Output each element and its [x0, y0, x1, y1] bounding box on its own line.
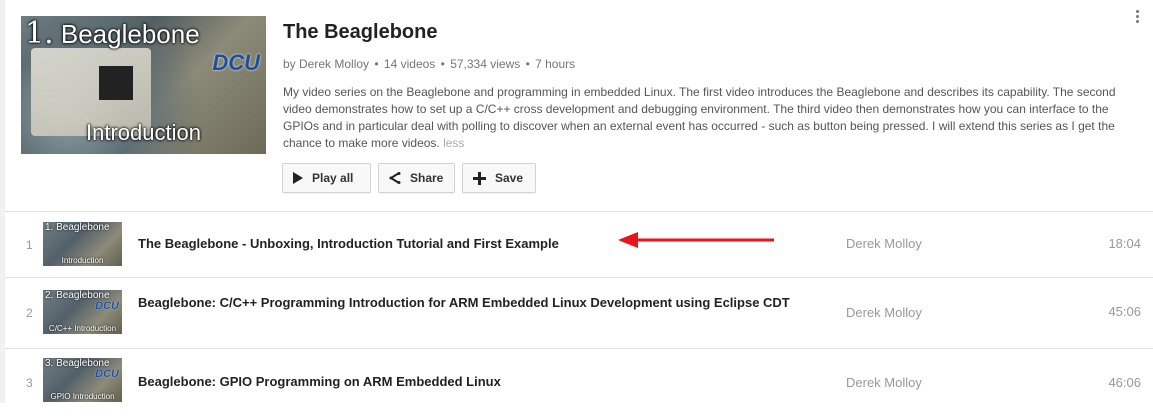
save-label: Save [495, 171, 524, 185]
updated-time: 7 hours [535, 57, 576, 71]
playlist-meta: by Derek Molloy • 14 videos • 57,334 vie… [283, 57, 575, 71]
thumbnail-bottom-text: C/C++ Introduction [48, 324, 117, 333]
video-title[interactable]: Beaglebone: GPIO Programming on ARM Embe… [138, 373, 808, 391]
less-link[interactable]: less [443, 136, 464, 150]
thumbnail-bottom-text: GPIO Introduction [50, 392, 115, 401]
video-owner[interactable]: Derek Molloy [846, 236, 922, 251]
annotation-arrow [618, 232, 774, 248]
thumbnail-logo: DCU [95, 300, 119, 312]
video-duration: 45:06 [1108, 304, 1141, 319]
video-thumbnail[interactable]: 2. Beaglebone DCU C/C++ Introduction [43, 290, 122, 334]
list-item[interactable]: 1 1. Beaglebone Introduction The Beagleb… [5, 212, 1153, 278]
video-owner[interactable]: Derek Molloy [846, 305, 922, 320]
video-owner[interactable]: Derek Molloy [846, 375, 922, 390]
thumbnail-logo: DCU [95, 368, 119, 380]
thumbnail-top-text: 1. Beaglebone [25, 16, 200, 51]
playlist-thumbnail[interactable]: 1. Beaglebone DCU Introduction [21, 16, 266, 154]
share-label: Share [410, 171, 444, 185]
share-icon [389, 172, 401, 184]
video-index: 3 [26, 376, 33, 390]
save-button[interactable]: Save [462, 163, 536, 193]
plus-icon [473, 171, 486, 185]
view-count: 57,334 views [450, 57, 521, 71]
meta-separator: • [374, 57, 379, 71]
video-index: 2 [26, 306, 33, 320]
video-title[interactable]: Beaglebone: C/C++ Programming Introducti… [138, 294, 808, 312]
video-duration: 46:06 [1108, 375, 1141, 390]
share-button[interactable]: Share [378, 163, 455, 193]
play-all-button[interactable]: Play all [282, 163, 371, 193]
more-options-icon[interactable] [1134, 10, 1140, 24]
list-item[interactable]: 2 2. Beaglebone DCU C/C++ Introduction B… [5, 278, 1153, 349]
thumbnail-top-text: 1. Beaglebone [45, 222, 110, 233]
playlist-header: 1. Beaglebone DCU Introduction The Beagl… [5, 0, 1153, 212]
thumbnail-chip-image [99, 66, 133, 100]
play-icon [293, 172, 303, 184]
video-index: 1 [26, 238, 33, 252]
list-item[interactable]: 3 3. Beaglebone DCU GPIO Introduction Be… [5, 349, 1153, 419]
playlist-title[interactable]: The Beaglebone [283, 21, 437, 44]
video-thumbnail[interactable]: 3. Beaglebone DCU GPIO Introduction [43, 358, 122, 402]
video-duration: 18:04 [1108, 236, 1141, 251]
thumbnail-logo: DCU [212, 50, 260, 75]
playlist-description: My video series on the Beaglebone and pr… [283, 84, 1145, 152]
thumbnail-bottom-text: Introduction [86, 120, 201, 145]
playlist-owner[interactable]: by Derek Molloy [283, 57, 369, 71]
meta-separator: • [440, 57, 445, 71]
play-all-label: Play all [312, 171, 354, 185]
description-text: My video series on the Beaglebone and pr… [283, 85, 1116, 150]
video-count: 14 videos [383, 57, 436, 71]
thumbnail-bottom-text: Introduction [61, 256, 104, 265]
meta-separator: • [525, 57, 530, 71]
video-thumbnail[interactable]: 1. Beaglebone Introduction [43, 222, 122, 266]
